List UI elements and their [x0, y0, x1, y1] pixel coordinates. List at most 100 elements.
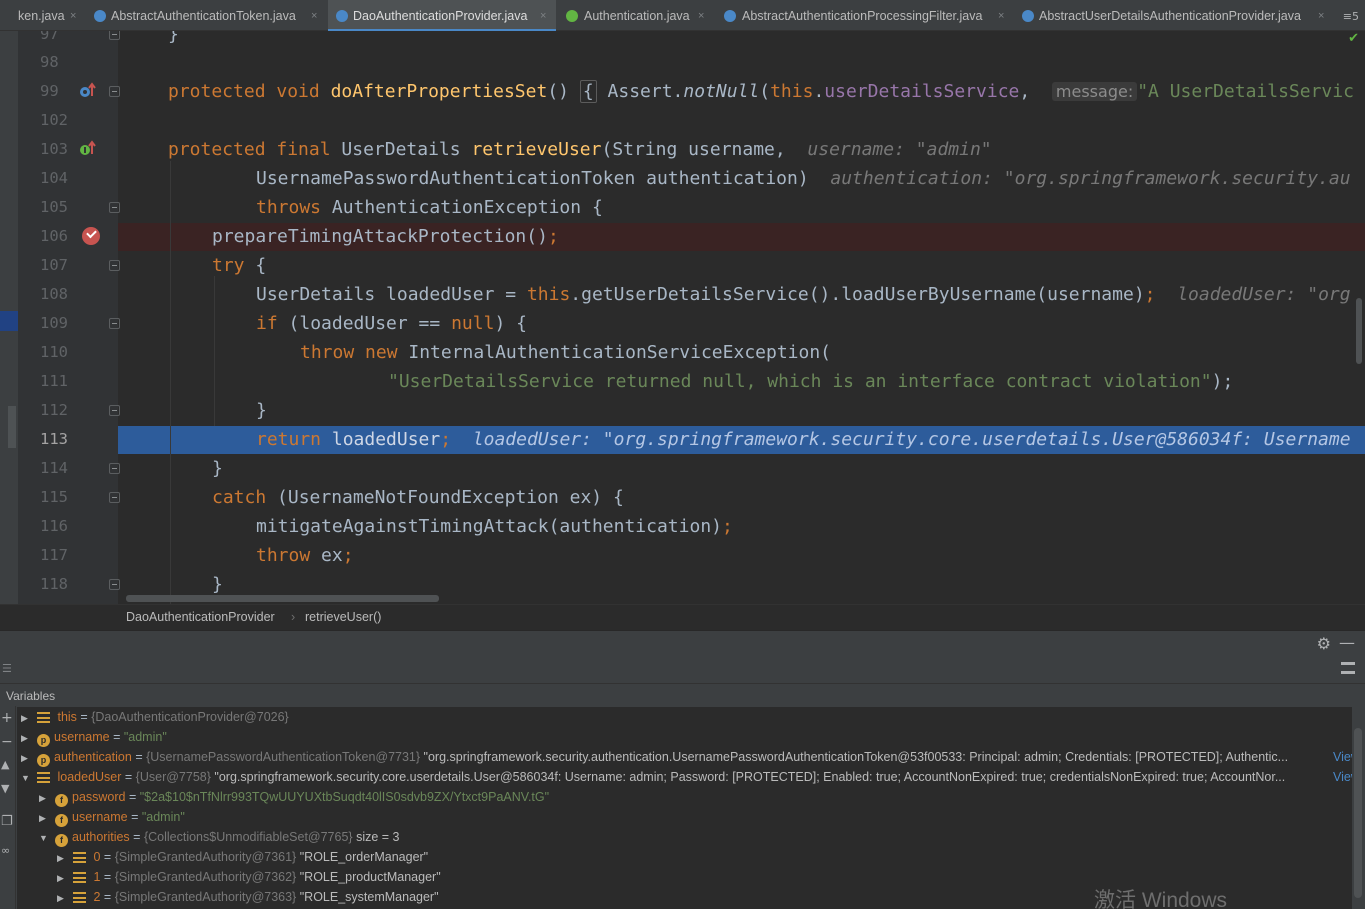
line-number: 114 — [40, 459, 68, 477]
expand-arrow-icon[interactable]: ▶ — [39, 788, 49, 808]
debug-panel: ☰ Variables + − ▲ ▼ ❐ ∞ ▶ this = {DaoAut… — [0, 656, 1365, 909]
variable-row[interactable]: ▶ p authentication = {UsernamePasswordAuth… — [21, 747, 1352, 767]
move-up-icon[interactable]: ▲ — [1, 758, 9, 771]
expand-arrow-icon[interactable]: ▶ — [21, 708, 31, 728]
variable-row[interactable]: ▶ 2 = {SimpleGrantedAuthority@7363} "ROL… — [57, 887, 439, 907]
tab-overflow-menu[interactable]: ≡5 — [1343, 0, 1359, 33]
variable-value: "org.springframework.security.authentica… — [423, 750, 1289, 764]
expand-arrow-icon[interactable]: ▶ — [39, 808, 49, 828]
code-method-name: doAfterPropertiesSet — [330, 81, 548, 102]
tab-close-icon[interactable]: × — [540, 0, 546, 33]
variables-scrollbar[interactable] — [1354, 728, 1362, 898]
debug-inline-value: username: "admin" — [807, 139, 992, 160]
fold-marker-icon[interactable] — [109, 318, 120, 329]
code-string: "A UserDetailsServic — [1137, 81, 1354, 102]
fold-marker-icon[interactable] — [109, 579, 120, 590]
tab-close-icon[interactable]: × — [1318, 0, 1324, 33]
fold-marker-icon[interactable] — [109, 31, 120, 40]
code-keyword: this — [526, 284, 571, 305]
fold-marker-icon[interactable] — [109, 492, 120, 503]
view-link[interactable]: View — [1333, 767, 1352, 787]
collapse-arrow-icon[interactable]: ▼ — [21, 768, 31, 788]
code-text: ) { — [494, 313, 527, 334]
fold-marker-icon[interactable] — [109, 463, 120, 474]
code-text: mitigateAgainstTimingAttack(authenticati… — [256, 516, 722, 537]
field-icon: f — [55, 814, 68, 827]
tab-label: ken.java — [18, 9, 65, 23]
variable-row[interactable]: ▶ p username = "admin" — [21, 727, 167, 747]
remove-watch-icon[interactable]: − — [1, 734, 13, 750]
collapse-arrow-icon[interactable]: ▼ — [39, 828, 49, 848]
code-keyword: return — [256, 429, 332, 450]
code-keyword: this — [770, 81, 814, 102]
override-method-icon[interactable] — [78, 82, 96, 100]
code-line-112: } — [256, 401, 267, 421]
tab-abstract-user-details-authentication-provider[interactable]: AbstractUserDetailsAuthenticationProvide… — [1018, 0, 1330, 31]
variable-row[interactable]: ▼ f authorities = {Collections$Unmodifiabl… — [39, 827, 400, 847]
variable-name: loadedUser — [57, 770, 122, 784]
windows-activation-watermark: 激活 Windows — [1094, 889, 1228, 909]
line-number: 104 — [40, 169, 68, 187]
variables-title: Variables — [6, 689, 56, 703]
tab-close-icon[interactable]: × — [70, 0, 76, 33]
fold-marker-icon[interactable] — [109, 202, 120, 213]
folded-code-block[interactable]: { — [579, 80, 597, 103]
fold-marker-icon[interactable] — [109, 405, 120, 416]
code-text: (UsernameNotFoundException ex) { — [277, 487, 624, 508]
tab-label: AbstractUserDetailsAuthenticationProvide… — [1039, 9, 1301, 23]
variable-row[interactable]: ▶ f username = "admin" — [39, 807, 185, 827]
expand-arrow-icon[interactable]: ▶ — [57, 868, 67, 888]
breadcrumb-method[interactable]: retrieveUser() — [305, 610, 381, 624]
variable-row[interactable]: ▶ 1 = {SimpleGrantedAuthority@7362} "ROL… — [57, 867, 441, 887]
layout-settings-icon[interactable] — [1341, 662, 1355, 674]
line-number: 98 — [40, 53, 59, 71]
tab-close-icon[interactable]: × — [311, 0, 317, 33]
variable-name: username — [54, 730, 110, 744]
tab-close-icon[interactable]: × — [998, 0, 1004, 33]
debug-toolbar: ☰ — [0, 656, 1365, 684]
copy-icon[interactable]: ❐ — [1, 814, 13, 829]
move-down-icon[interactable]: ▼ — [1, 782, 9, 795]
breakpoint-icon[interactable] — [82, 227, 100, 245]
expand-arrow-icon[interactable]: ▶ — [21, 748, 31, 768]
variable-row[interactable]: ▶ 0 = {SimpleGrantedAuthority@7361} "ROL… — [57, 847, 428, 867]
tab-dao-authentication-provider[interactable]: DaoAuthenticationProvider.java × — [328, 0, 556, 31]
watches-icon[interactable]: ∞ — [1, 844, 10, 857]
tab-close-icon[interactable]: × — [698, 0, 704, 33]
expand-arrow-icon[interactable]: ▶ — [57, 848, 67, 868]
code-text: . — [813, 81, 825, 102]
drag-handle-icon[interactable]: ☰ — [2, 662, 12, 675]
code-text: (String username, — [601, 139, 786, 160]
variables-tree[interactable]: ▶ this = {DaoAuthenticationProvider@7026… — [17, 707, 1352, 909]
tab-abstract-authentication-processing-filter[interactable]: AbstractAuthenticationProcessingFilter.j… — [720, 0, 1014, 31]
inspection-ok-icon[interactable]: ✔ — [1348, 31, 1359, 46]
editor-horizontal-scrollbar[interactable] — [126, 595, 439, 602]
tab-authentication[interactable]: Authentication.java × — [560, 0, 716, 31]
variable-value: "$2a$10$nTfNlrr993TQwUUYUXtbSuqdt40lIS0s… — [139, 790, 550, 804]
view-link[interactable]: View — [1333, 747, 1352, 767]
code-editor[interactable]: 97 98 99 102 103 104 105 106 107 108 109… — [0, 31, 1365, 604]
add-watch-icon[interactable]: + — [1, 710, 13, 726]
breadcrumb-class[interactable]: DaoAuthenticationProvider — [126, 610, 275, 624]
minimize-icon[interactable]: — — [1339, 633, 1355, 652]
tab-label: AbstractAuthenticationProcessingFilter.j… — [742, 9, 983, 23]
code-keyword: throw new — [300, 342, 409, 363]
code-text: } — [256, 400, 267, 421]
expand-arrow-icon[interactable]: ▶ — [21, 728, 31, 748]
parameter-icon: p — [37, 754, 50, 767]
line-number-gutter[interactable]: 97 98 99 102 103 104 105 106 107 108 109… — [18, 31, 118, 604]
variable-row[interactable]: ▶ f password = "$2a$10$nTfNlrr993TQwUUYUXt… — [39, 787, 549, 807]
fold-marker-icon[interactable] — [109, 86, 120, 97]
expand-arrow-icon[interactable]: ▶ — [57, 888, 67, 908]
line-number: 99 — [40, 82, 59, 100]
tab-token-java[interactable]: ken.java × — [0, 0, 86, 31]
tab-abstract-authentication-token[interactable]: AbstractAuthenticationToken.java × — [88, 0, 326, 31]
code-text: Assert. — [596, 81, 684, 102]
fold-marker-icon[interactable] — [109, 260, 120, 271]
editor-vertical-scrollbar[interactable] — [1356, 298, 1362, 364]
implement-method-icon[interactable] — [78, 140, 96, 158]
gear-icon[interactable]: ⚙ — [1317, 634, 1331, 653]
code-text: ( — [759, 81, 771, 102]
variable-row[interactable]: ▼ loadedUser = {User@7758} "org.springfr… — [21, 767, 1352, 787]
variable-row[interactable]: ▶ this = {DaoAuthenticationProvider@7026… — [21, 707, 289, 727]
